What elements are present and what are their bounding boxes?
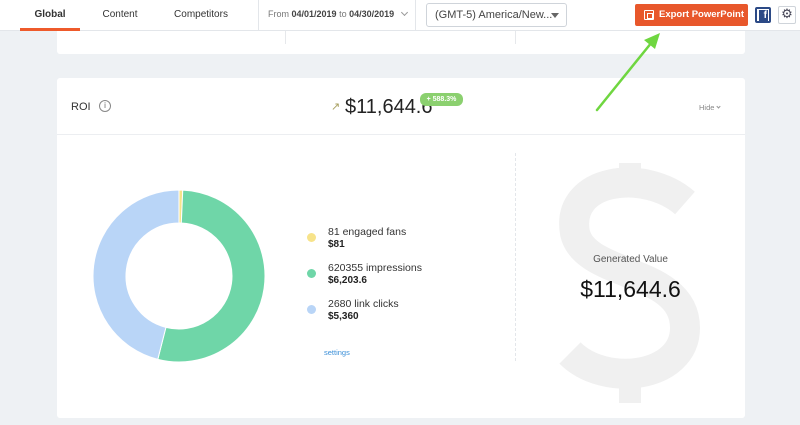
tab-global[interactable]: Global — [20, 0, 80, 31]
tab-content[interactable]: Content — [90, 0, 150, 31]
gear-icon[interactable]: ⚙ — [778, 6, 796, 24]
legend-dot — [307, 269, 316, 278]
divider — [285, 31, 286, 44]
top-bar: Global Content Competitors From 04/01/20… — [0, 0, 800, 31]
export-label: Export PowerPoint — [659, 9, 744, 20]
divider — [258, 0, 259, 31]
divider — [415, 0, 416, 31]
date-from: 04/01/2019 — [291, 9, 337, 19]
roi-card-header: ROI i ↗ $11,644.6 + 588.3% Hide — [57, 78, 745, 135]
caret-down-icon — [551, 13, 559, 18]
powerpoint-icon — [644, 10, 654, 20]
legend-dot — [307, 233, 316, 242]
timezone-value: (GMT-5) America/New... — [435, 9, 553, 21]
roi-title: ROI — [71, 101, 91, 113]
roi-donut-chart — [93, 190, 265, 362]
legend-item-impressions: 620355 impressions $6,203.6 — [307, 262, 422, 298]
legend-value: $6,203.6 — [328, 275, 367, 286]
legend-label: 620355 impressions — [328, 262, 422, 274]
date-to: 04/30/2019 — [349, 9, 395, 19]
previous-card — [57, 31, 745, 54]
legend-dot — [307, 305, 316, 314]
legend-label: 81 engaged fans — [328, 226, 407, 238]
roi-legend: 81 engaged fans $81 620355 impressions $… — [307, 226, 422, 334]
change-badge: + 588.3% — [420, 93, 463, 106]
date-from-label: From — [268, 9, 289, 19]
legend-label: 2680 link clicks — [328, 298, 399, 310]
chevron-down-icon — [400, 8, 408, 17]
divider — [515, 31, 516, 44]
hide-toggle[interactable]: Hide — [699, 103, 722, 112]
roi-card: ROI i ↗ $11,644.6 + 588.3% Hide 81 engag… — [57, 78, 745, 418]
settings-link[interactable]: settings — [324, 348, 350, 357]
facebook-icon[interactable]: f — [755, 7, 771, 23]
export-powerpoint-button[interactable]: Export PowerPoint — [635, 4, 748, 26]
generated-value-label: Generated Value — [593, 254, 668, 265]
timezone-select[interactable]: (GMT-5) America/New... — [426, 3, 567, 27]
info-icon[interactable]: i — [99, 100, 111, 112]
generated-value: $11,644.6 — [580, 276, 681, 302]
date-range-picker[interactable]: From 04/01/2019 to 04/30/2019 — [268, 0, 408, 31]
legend-value: $5,360 — [328, 311, 359, 322]
legend-item-engaged-fans: 81 engaged fans $81 — [307, 226, 422, 262]
chevron-down-icon — [716, 104, 722, 109]
legend-item-link-clicks: 2680 link clicks $5,360 — [307, 298, 422, 334]
date-to-label: to — [339, 9, 347, 19]
trend-up-arrow-icon: ↗ — [331, 101, 341, 113]
legend-value: $81 — [328, 239, 345, 250]
tab-competitors[interactable]: Competitors — [163, 0, 239, 31]
hide-label: Hide — [699, 103, 715, 112]
